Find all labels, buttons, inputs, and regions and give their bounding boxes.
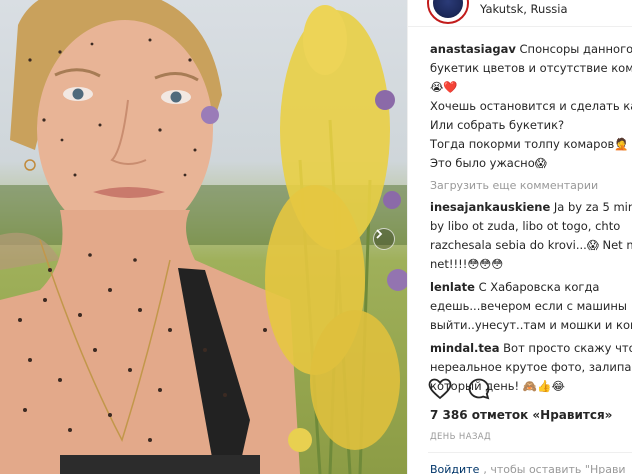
photo-illustration (0, 0, 407, 474)
post-photo[interactable] (0, 0, 407, 474)
post-side-panel: Yakutsk, Russia anastasiagav Спонсоры да… (407, 0, 632, 474)
login-prompt: Войдите , чтобы оставить "Нрави (430, 463, 626, 474)
heart-outline-icon (428, 378, 452, 400)
caption-comment: anastasiagav Спонсоры данного ф букетик … (430, 40, 632, 173)
like-button[interactable] (428, 378, 452, 404)
comment-button[interactable] (467, 377, 491, 405)
divider (428, 452, 632, 453)
login-prompt-text: , чтобы оставить "Нрави (483, 463, 626, 474)
post-date[interactable]: ДЕНЬ НАЗАД (430, 432, 491, 442)
post-actions (428, 377, 501, 403)
avatar[interactable] (427, 0, 469, 24)
comment-username[interactable]: mindal.tea (430, 341, 499, 355)
comment-item: lenlate С Хабаровска когда едешь...вечер… (430, 278, 632, 335)
post-header: Yakutsk, Russia (408, 0, 632, 27)
comment-text: Спонсоры данного ф букетик цветов и отсу… (430, 42, 632, 170)
comment-username[interactable]: anastasiagav (430, 42, 516, 56)
carousel-next-button[interactable] (373, 228, 395, 250)
comment-username[interactable]: inesajankauskiene (430, 200, 550, 214)
location-link[interactable]: Yakutsk, Russia (480, 2, 568, 16)
comment-bubble-icon (468, 378, 490, 400)
comments-list: anastasiagav Спонсоры данного ф букетик … (430, 40, 632, 396)
avatar-image (433, 0, 463, 18)
login-link[interactable]: Войдите (430, 463, 479, 474)
load-more-comments-link[interactable]: Загрузить еще комментарии (430, 178, 632, 194)
comment-item: inesajankauskiene Ja by za 5 min u by li… (430, 198, 632, 274)
chevron-right-icon (376, 229, 383, 239)
likes-count[interactable]: 7 386 отметок «Нравится» (430, 408, 612, 422)
comment-username[interactable]: lenlate (430, 280, 475, 294)
